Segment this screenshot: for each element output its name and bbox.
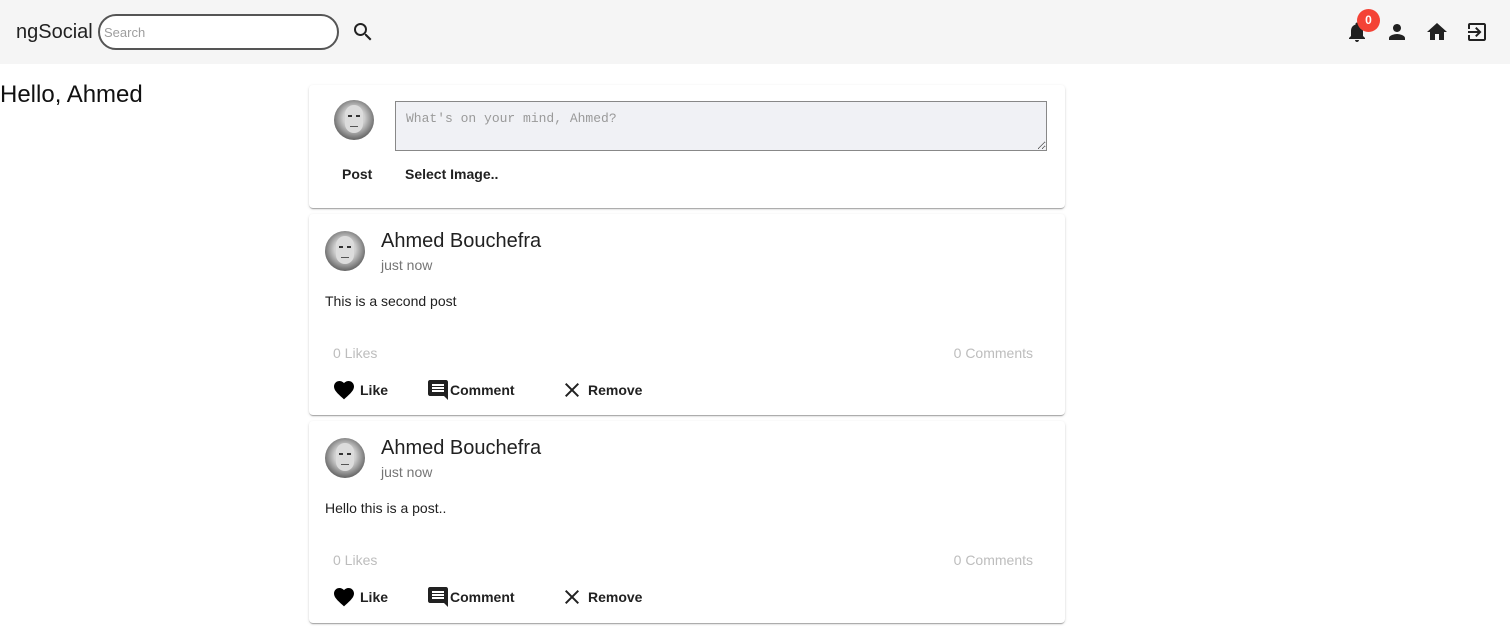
post-timestamp: just now	[381, 257, 433, 273]
comment-icon	[426, 585, 450, 609]
like-button[interactable]: Like	[332, 378, 388, 402]
heart-icon	[332, 585, 356, 609]
post-card: Ahmed Bouchefra just now This is a secon…	[309, 214, 1065, 415]
close-icon	[560, 378, 584, 402]
logout-icon[interactable]	[1465, 20, 1489, 44]
post-composer: Post Select Image..	[309, 85, 1065, 208]
close-icon	[560, 585, 584, 609]
post-button[interactable]: Post	[342, 162, 372, 186]
person-icon[interactable]	[1385, 20, 1409, 44]
post-card: Ahmed Bouchefra just now Hello this is a…	[309, 421, 1065, 623]
comments-count[interactable]: 0 Comments	[954, 344, 1033, 362]
select-image-button[interactable]: Select Image..	[405, 162, 498, 186]
remove-button[interactable]: Remove	[560, 378, 642, 402]
notification-badge: 0	[1357, 9, 1380, 32]
post-text: Hello this is a post..	[325, 500, 447, 516]
like-button[interactable]: Like	[332, 585, 388, 609]
comments-count[interactable]: 0 Comments	[954, 551, 1033, 569]
like-label: Like	[360, 589, 389, 605]
search-input[interactable]	[98, 14, 339, 50]
search-icon[interactable]	[351, 20, 375, 44]
comment-button[interactable]: Comment	[426, 378, 515, 402]
avatar	[325, 438, 365, 478]
comment-label: Comment	[450, 589, 515, 605]
avatar	[334, 100, 374, 140]
post-text: This is a second post	[325, 293, 457, 309]
avatar	[325, 231, 365, 271]
comment-label: Comment	[450, 382, 515, 398]
remove-label: Remove	[588, 382, 643, 398]
comment-icon	[426, 378, 450, 402]
remove-button[interactable]: Remove	[560, 585, 642, 609]
post-author[interactable]: Ahmed Bouchefra	[381, 435, 541, 461]
home-icon[interactable]	[1425, 20, 1449, 44]
app-brand[interactable]: ngSocial	[16, 20, 93, 44]
remove-label: Remove	[588, 589, 643, 605]
comment-button[interactable]: Comment	[426, 585, 515, 609]
heart-icon	[332, 378, 356, 402]
greeting-text: Hello, Ahmed	[0, 81, 143, 108]
post-timestamp: just now	[381, 464, 433, 480]
likes-count: 0 Likes	[333, 345, 378, 361]
like-label: Like	[360, 382, 389, 398]
likes-count: 0 Likes	[333, 552, 378, 568]
post-textarea[interactable]	[395, 101, 1047, 151]
post-author[interactable]: Ahmed Bouchefra	[381, 228, 541, 254]
top-toolbar: ngSocial 0	[0, 0, 1510, 64]
